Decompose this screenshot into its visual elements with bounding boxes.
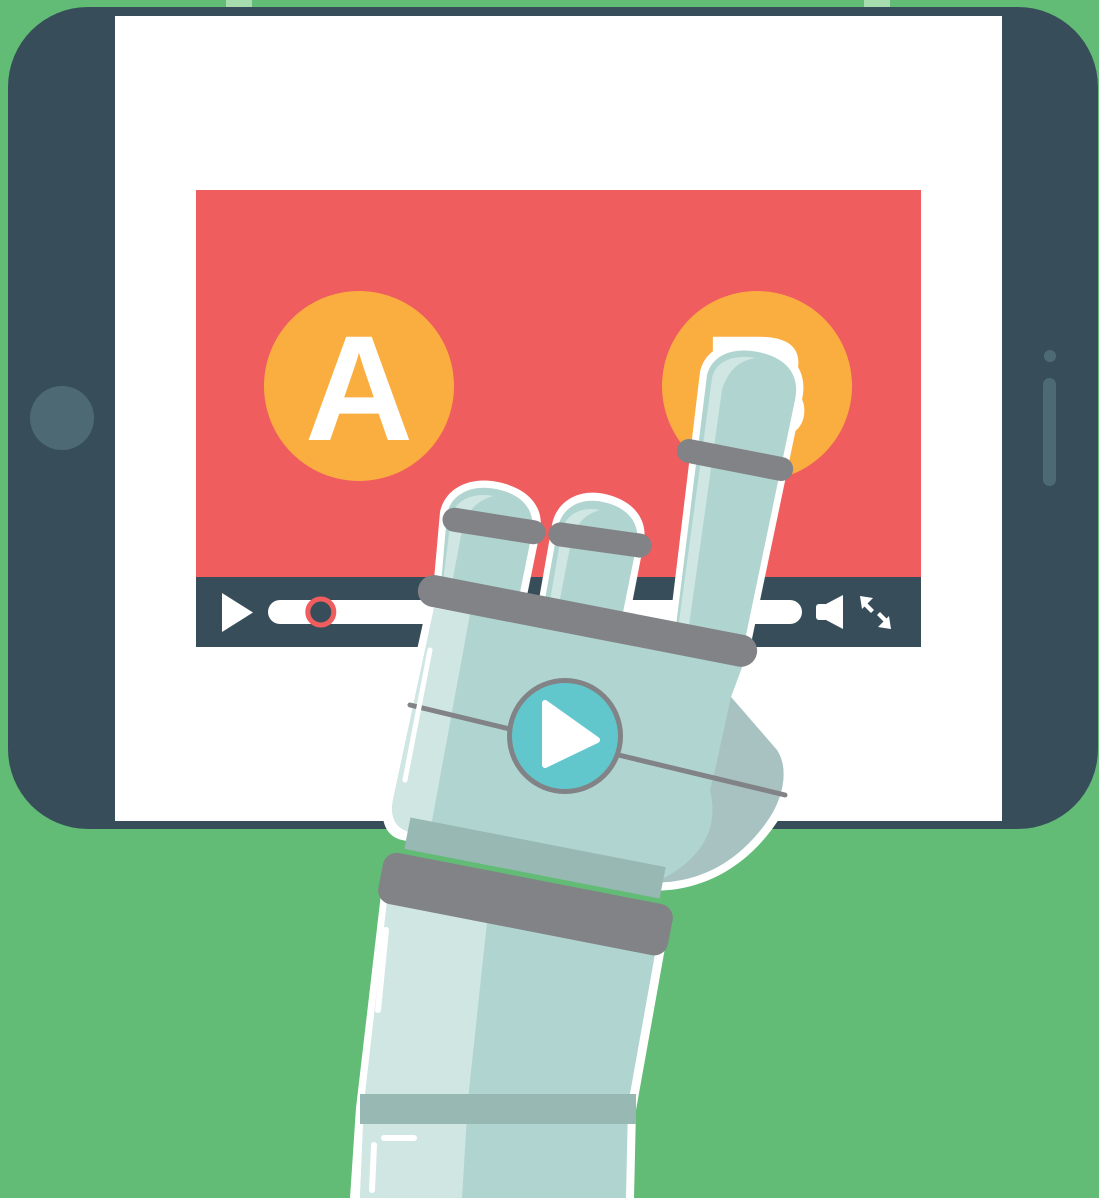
- speaker-slot: [1043, 378, 1056, 486]
- front-camera: [1044, 350, 1056, 362]
- progress-marker[interactable]: [305, 596, 337, 628]
- option-a-label: A: [305, 304, 413, 472]
- arm-joint-band: [360, 1094, 636, 1124]
- home-button[interactable]: [30, 386, 94, 450]
- robot-play-button[interactable]: [507, 678, 623, 794]
- illustration: A B: [0, 0, 1099, 1198]
- forearm-highlight-line: [369, 1142, 377, 1193]
